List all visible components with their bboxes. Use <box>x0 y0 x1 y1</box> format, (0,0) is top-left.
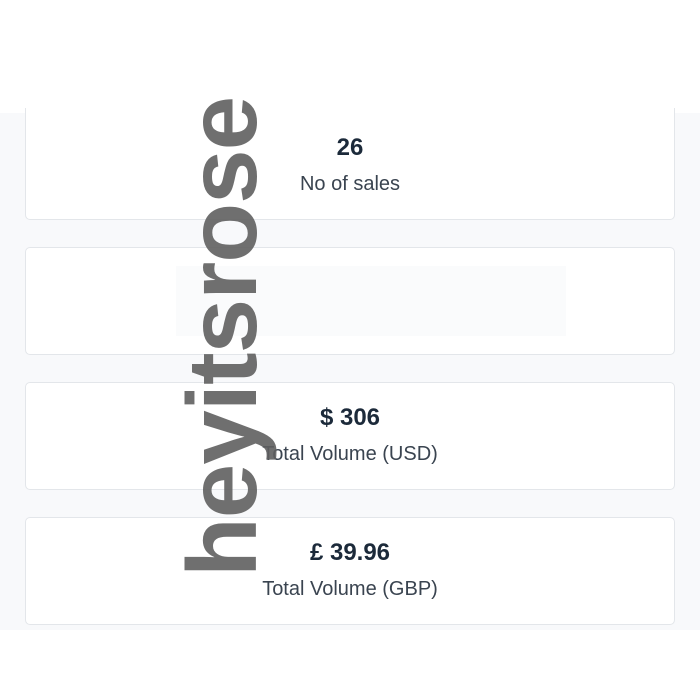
stat-value: 26 <box>336 134 364 161</box>
stat-card-sales: 26 No of sales <box>25 108 675 220</box>
stat-card-volume-usd: $ 306 Total Volume (USD) <box>25 382 675 490</box>
stat-value: £ 39.96 <box>309 539 391 566</box>
stat-card-volume-gbp: £ 39.96 Total Volume (GBP) <box>25 517 675 625</box>
stat-label: Total Volume (USD) <box>262 443 438 465</box>
empty-placeholder <box>176 266 566 336</box>
stat-value: $ 306 <box>319 404 381 431</box>
stat-card-empty <box>25 247 675 355</box>
top-blank-area <box>0 0 700 113</box>
bottom-blank-area <box>0 630 700 700</box>
stat-label: Total Volume (GBP) <box>262 578 438 600</box>
stat-label: No of sales <box>299 173 401 195</box>
